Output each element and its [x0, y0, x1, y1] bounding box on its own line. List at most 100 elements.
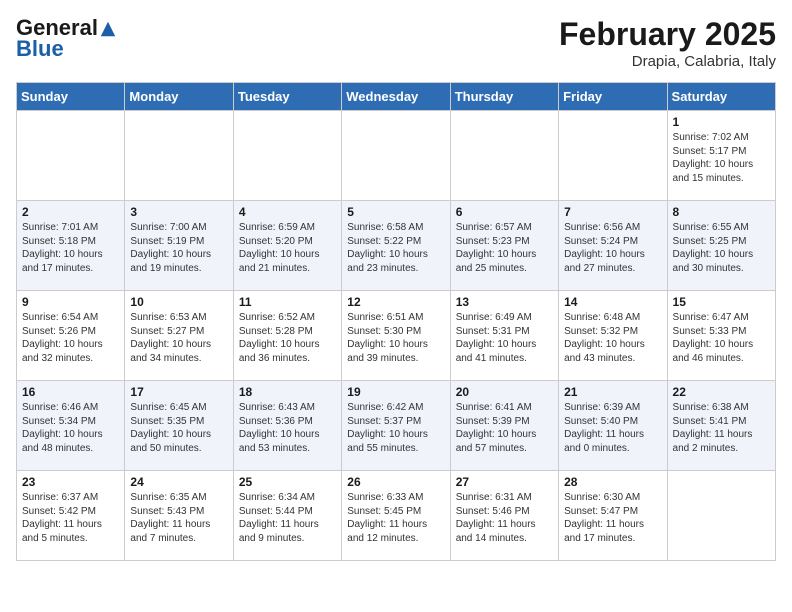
logo: General Blue: [16, 16, 117, 62]
calendar-cell: 25 Sunrise: 6:34 AM Sunset: 5:44 PM Dayli…: [233, 471, 341, 561]
logo-icon: [99, 20, 117, 38]
calendar-cell: 21 Sunrise: 6:39 AM Sunset: 5:40 PM Dayli…: [559, 381, 667, 471]
day-number: 13: [456, 295, 553, 309]
calendar-cell: 22 Sunrise: 6:38 AM Sunset: 5:41 PM Dayli…: [667, 381, 775, 471]
calendar-cell: 14 Sunrise: 6:48 AM Sunset: 5:32 PM Dayli…: [559, 291, 667, 381]
weekday-header-wednesday: Wednesday: [342, 83, 450, 111]
day-number: 9: [22, 295, 119, 309]
calendar-cell: 17 Sunrise: 6:45 AM Sunset: 5:35 PM Dayli…: [125, 381, 233, 471]
page-header: General Blue February 2025 Drapia, Calab…: [16, 16, 776, 70]
day-number: 20: [456, 385, 553, 399]
day-number: 25: [239, 475, 336, 489]
weekday-header-row: SundayMondayTuesdayWednesdayThursdayFrid…: [17, 83, 776, 111]
day-number: 17: [130, 385, 227, 399]
calendar-cell: 19 Sunrise: 6:42 AM Sunset: 5:37 PM Dayli…: [342, 381, 450, 471]
calendar-cell: 9 Sunrise: 6:54 AM Sunset: 5:26 PM Daylig…: [17, 291, 125, 381]
day-number: 28: [564, 475, 661, 489]
calendar-cell: 16 Sunrise: 6:46 AM Sunset: 5:34 PM Dayli…: [17, 381, 125, 471]
day-number: 11: [239, 295, 336, 309]
day-info: Sunrise: 6:41 AM Sunset: 5:39 PM Dayligh…: [456, 401, 553, 455]
calendar-cell: 15 Sunrise: 6:47 AM Sunset: 5:33 PM Dayli…: [667, 291, 775, 381]
day-number: 15: [673, 295, 770, 309]
day-info: Sunrise: 6:54 AM Sunset: 5:26 PM Dayligh…: [22, 311, 119, 365]
day-number: 16: [22, 385, 119, 399]
calendar-cell: 4 Sunrise: 6:59 AM Sunset: 5:20 PM Daylig…: [233, 201, 341, 291]
calendar-cell: 23 Sunrise: 6:37 AM Sunset: 5:42 PM Dayli…: [17, 471, 125, 561]
day-info: Sunrise: 6:39 AM Sunset: 5:40 PM Dayligh…: [564, 401, 661, 455]
calendar-cell: 10Sunrise: 6:53 AM Sunset: 5:27 PM Dayli…: [125, 291, 233, 381]
day-info: Sunrise: 6:47 AM Sunset: 5:33 PM Dayligh…: [673, 311, 770, 365]
title-block: February 2025 Drapia, Calabria, Italy: [559, 16, 776, 70]
calendar-cell: 1 Sunrise: 7:02 AM Sunset: 5:17 PM Daylig…: [667, 111, 775, 201]
day-info: Sunrise: 6:31 AM Sunset: 5:46 PM Dayligh…: [456, 491, 553, 545]
calendar-cell: 28Sunrise: 6:30 AM Sunset: 5:47 PM Dayli…: [559, 471, 667, 561]
day-number: 12: [347, 295, 444, 309]
day-info: Sunrise: 6:55 AM Sunset: 5:25 PM Dayligh…: [673, 221, 770, 275]
weekday-header-saturday: Saturday: [667, 83, 775, 111]
calendar-cell: 5 Sunrise: 6:58 AM Sunset: 5:22 PM Daylig…: [342, 201, 450, 291]
weekday-header-friday: Friday: [559, 83, 667, 111]
calendar-cell: 26 Sunrise: 6:33 AM Sunset: 5:45 PM Dayli…: [342, 471, 450, 561]
day-number: 23: [22, 475, 119, 489]
day-number: 4: [239, 205, 336, 219]
day-info: Sunrise: 6:45 AM Sunset: 5:35 PM Dayligh…: [130, 401, 227, 455]
day-info: Sunrise: 6:59 AM Sunset: 5:20 PM Dayligh…: [239, 221, 336, 275]
calendar-cell: 6 Sunrise: 6:57 AM Sunset: 5:23 PM Daylig…: [450, 201, 558, 291]
week-row-1: 1 Sunrise: 7:02 AM Sunset: 5:17 PM Daylig…: [17, 111, 776, 201]
calendar-cell: [233, 111, 341, 201]
day-info: Sunrise: 6:46 AM Sunset: 5:34 PM Dayligh…: [22, 401, 119, 455]
calendar-cell: 12 Sunrise: 6:51 AM Sunset: 5:30 PM Dayli…: [342, 291, 450, 381]
day-info: Sunrise: 6:34 AM Sunset: 5:44 PM Dayligh…: [239, 491, 336, 545]
day-info: Sunrise: 6:43 AM Sunset: 5:36 PM Dayligh…: [239, 401, 336, 455]
week-row-2: 2 Sunrise: 7:01 AM Sunset: 5:18 PM Daylig…: [17, 201, 776, 291]
day-info: Sunrise: 7:02 AM Sunset: 5:17 PM Dayligh…: [673, 131, 770, 185]
day-info: Sunrise: 6:33 AM Sunset: 5:45 PM Dayligh…: [347, 491, 444, 545]
calendar-cell: 8Sunrise: 6:55 AM Sunset: 5:25 PM Daylig…: [667, 201, 775, 291]
calendar-cell: [559, 111, 667, 201]
calendar-cell: [450, 111, 558, 201]
day-number: 18: [239, 385, 336, 399]
day-info: Sunrise: 6:48 AM Sunset: 5:32 PM Dayligh…: [564, 311, 661, 365]
calendar-cell: [17, 111, 125, 201]
day-number: 6: [456, 205, 553, 219]
calendar-cell: 13Sunrise: 6:49 AM Sunset: 5:31 PM Dayli…: [450, 291, 558, 381]
day-info: Sunrise: 6:42 AM Sunset: 5:37 PM Dayligh…: [347, 401, 444, 455]
day-number: 21: [564, 385, 661, 399]
month-title: February 2025: [559, 16, 776, 53]
weekday-header-thursday: Thursday: [450, 83, 558, 111]
weekday-header-tuesday: Tuesday: [233, 83, 341, 111]
calendar-table: SundayMondayTuesdayWednesdayThursdayFrid…: [16, 82, 776, 561]
calendar-cell: 18 Sunrise: 6:43 AM Sunset: 5:36 PM Dayli…: [233, 381, 341, 471]
day-number: 22: [673, 385, 770, 399]
day-info: Sunrise: 6:57 AM Sunset: 5:23 PM Dayligh…: [456, 221, 553, 275]
calendar-cell: 11 Sunrise: 6:52 AM Sunset: 5:28 PM Dayli…: [233, 291, 341, 381]
day-info: Sunrise: 6:38 AM Sunset: 5:41 PM Dayligh…: [673, 401, 770, 455]
calendar-cell: 27 Sunrise: 6:31 AM Sunset: 5:46 PM Dayli…: [450, 471, 558, 561]
calendar-cell: 20 Sunrise: 6:41 AM Sunset: 5:39 PM Dayli…: [450, 381, 558, 471]
day-info: Sunrise: 6:37 AM Sunset: 5:42 PM Dayligh…: [22, 491, 119, 545]
calendar-cell: 3Sunrise: 7:00 AM Sunset: 5:19 PM Daylig…: [125, 201, 233, 291]
calendar-cell: [342, 111, 450, 201]
day-number: 1: [673, 115, 770, 129]
weekday-header-monday: Monday: [125, 83, 233, 111]
day-number: 27: [456, 475, 553, 489]
calendar-cell: [667, 471, 775, 561]
calendar-cell: 7Sunrise: 6:56 AM Sunset: 5:24 PM Daylig…: [559, 201, 667, 291]
day-number: 26: [347, 475, 444, 489]
calendar-cell: 24Sunrise: 6:35 AM Sunset: 5:43 PM Dayli…: [125, 471, 233, 561]
weekday-header-sunday: Sunday: [17, 83, 125, 111]
day-number: 7: [564, 205, 661, 219]
day-info: Sunrise: 7:01 AM Sunset: 5:18 PM Dayligh…: [22, 221, 119, 275]
day-info: Sunrise: 6:52 AM Sunset: 5:28 PM Dayligh…: [239, 311, 336, 365]
day-number: 14: [564, 295, 661, 309]
day-number: 19: [347, 385, 444, 399]
day-number: 2: [22, 205, 119, 219]
calendar-cell: [125, 111, 233, 201]
day-number: 5: [347, 205, 444, 219]
day-info: Sunrise: 6:51 AM Sunset: 5:30 PM Dayligh…: [347, 311, 444, 365]
day-info: Sunrise: 6:35 AM Sunset: 5:43 PM Dayligh…: [130, 491, 227, 545]
week-row-3: 9 Sunrise: 6:54 AM Sunset: 5:26 PM Daylig…: [17, 291, 776, 381]
day-info: Sunrise: 6:58 AM Sunset: 5:22 PM Dayligh…: [347, 221, 444, 275]
day-info: Sunrise: 6:53 AM Sunset: 5:27 PM Dayligh…: [130, 311, 227, 365]
location: Drapia, Calabria, Italy: [559, 53, 776, 70]
